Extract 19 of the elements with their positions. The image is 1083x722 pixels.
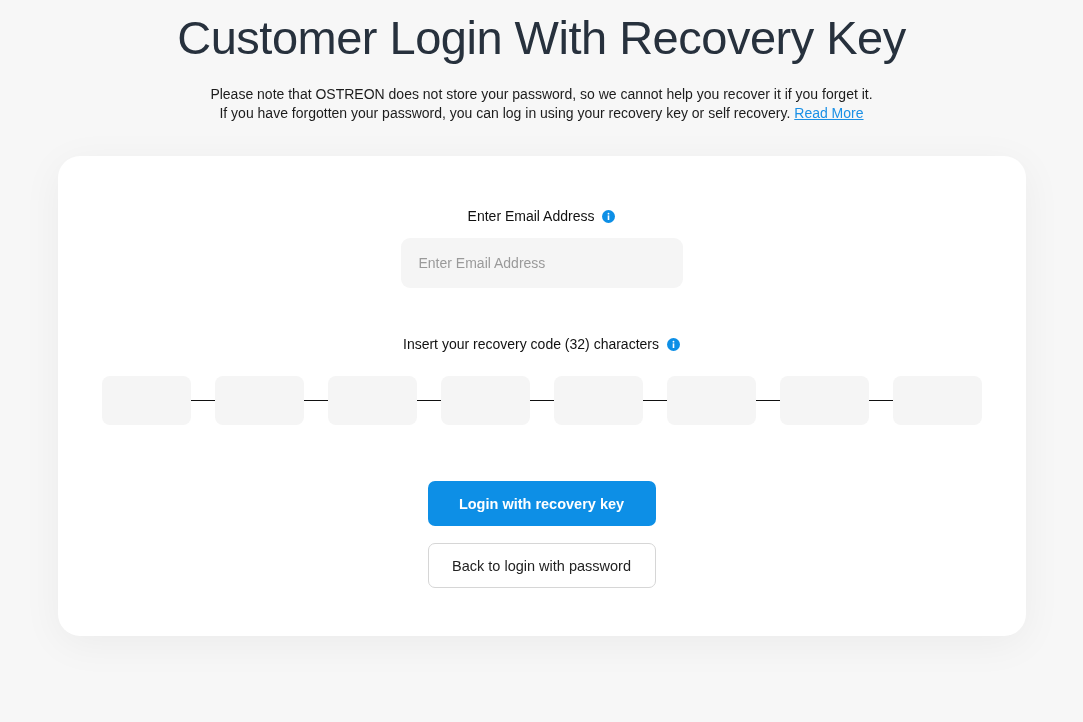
back-button[interactable]: Back to login with password xyxy=(427,543,656,588)
code-field[interactable] xyxy=(440,376,530,425)
read-more-link[interactable]: Read More xyxy=(794,105,864,121)
code-field[interactable] xyxy=(779,376,869,425)
info-icon xyxy=(667,337,680,351)
info-icon xyxy=(602,209,616,223)
notice-text: If you have forgotten your password, you can log in using your recovery key or self recovery. Read More xyxy=(219,104,864,123)
code-field[interactable] xyxy=(666,376,756,425)
email-label: Enter Email Address xyxy=(467,208,595,224)
notice-text: Please note that OSTREON does not store your password, so we cannot help you recover it if you forget it. xyxy=(210,85,873,104)
email-field[interactable]: Enter Email Address xyxy=(400,238,683,288)
recovery-code-label: Insert your recovery code (32) characters xyxy=(403,336,659,352)
login-button[interactable]: Login with recovery key xyxy=(427,481,656,526)
code-field[interactable] xyxy=(214,376,304,425)
code-field[interactable] xyxy=(101,376,191,425)
code-field[interactable] xyxy=(892,376,982,425)
code-field[interactable] xyxy=(553,376,643,425)
page-title: Customer Login With Recovery Key xyxy=(177,10,906,65)
code-field[interactable] xyxy=(327,376,417,425)
